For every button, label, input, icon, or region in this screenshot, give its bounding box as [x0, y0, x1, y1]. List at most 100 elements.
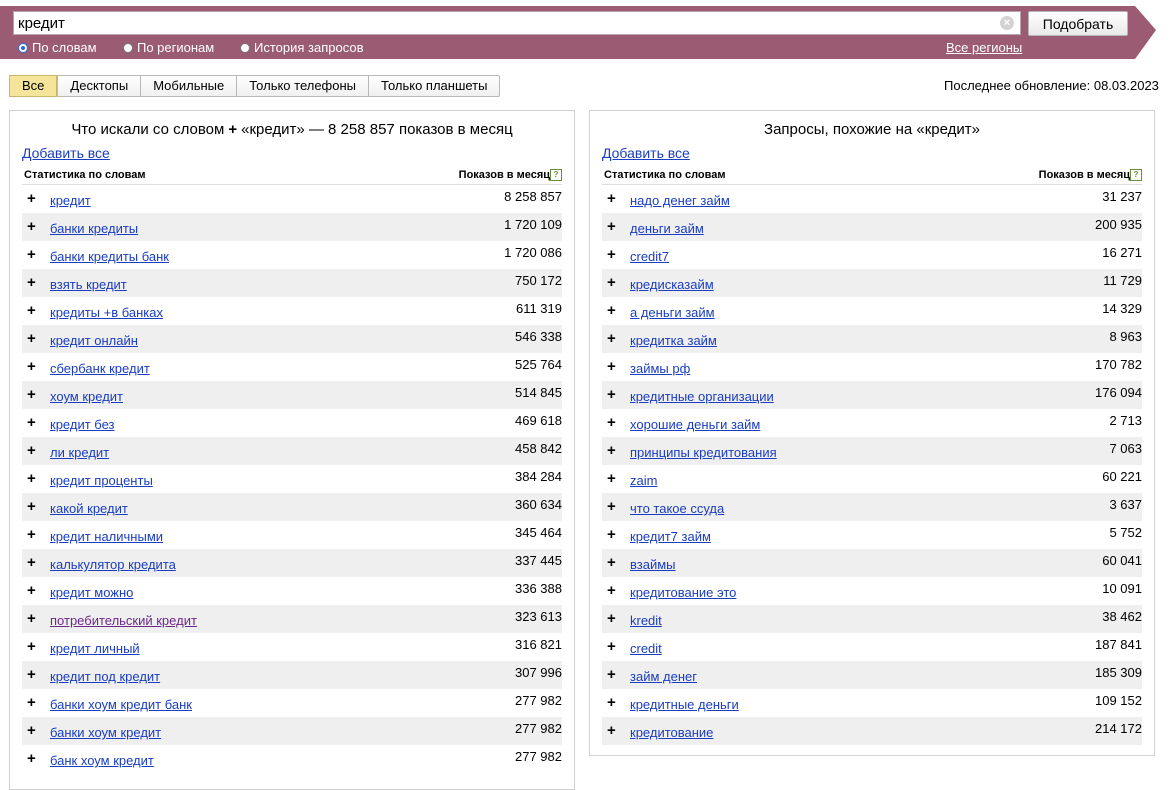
keyword-link[interactable]: кредит без	[50, 417, 114, 432]
keyword-link[interactable]: банки хоум кредит банк	[50, 697, 192, 712]
keyword-link[interactable]: кредитные организации	[630, 389, 774, 404]
add-keyword-icon[interactable]: +	[27, 330, 36, 347]
search-input[interactable]	[18, 13, 978, 33]
add-keyword-icon[interactable]: +	[27, 190, 36, 207]
mode-history[interactable]: История запросов	[240, 40, 364, 55]
keyword-link[interactable]: zaim	[630, 473, 657, 488]
add-keyword-icon[interactable]: +	[607, 358, 616, 375]
radio-icon[interactable]	[18, 42, 28, 53]
keyword-link[interactable]: хорошие деньги займ	[630, 417, 760, 432]
keyword-link[interactable]: кредит	[50, 193, 91, 208]
keyword-link[interactable]: взаймы	[630, 557, 676, 572]
add-keyword-icon[interactable]: +	[607, 386, 616, 403]
keyword-link[interactable]: банки кредиты	[50, 221, 138, 236]
keyword-link[interactable]: потребительский кредит	[50, 613, 197, 628]
keyword-link[interactable]: какой кредит	[50, 501, 128, 516]
add-keyword-icon[interactable]: +	[607, 694, 616, 711]
keyword-link[interactable]: кредит7 займ	[630, 529, 711, 544]
keyword-link[interactable]: credit7	[630, 249, 669, 264]
keyword-link[interactable]: кредитные деньги	[630, 697, 739, 712]
add-keyword-icon[interactable]: +	[607, 442, 616, 459]
add-keyword-icon[interactable]: +	[27, 358, 36, 375]
keyword-link[interactable]: кредисказайм	[630, 277, 714, 292]
add-keyword-icon[interactable]: +	[27, 274, 36, 291]
add-keyword-icon[interactable]: +	[27, 498, 36, 515]
add-keyword-icon[interactable]: +	[27, 694, 36, 711]
add-keyword-icon[interactable]: +	[607, 610, 616, 627]
keyword-link[interactable]: кредитование это	[630, 585, 736, 600]
tab-mobile[interactable]: Мобильные	[140, 76, 236, 96]
add-keyword-icon[interactable]: +	[27, 470, 36, 487]
add-keyword-icon[interactable]: +	[607, 414, 616, 431]
keyword-link[interactable]: сбербанк кредит	[50, 361, 150, 376]
keyword-link[interactable]: займы рф	[630, 361, 690, 376]
keyword-link[interactable]: принципы кредитования	[630, 445, 777, 460]
keyword-link[interactable]: банк хоум кредит	[50, 753, 154, 768]
keyword-link[interactable]: хоум кредит	[50, 389, 123, 404]
add-keyword-icon[interactable]: +	[607, 554, 616, 571]
keyword-link[interactable]: а деньги займ	[630, 305, 715, 320]
add-keyword-icon[interactable]: +	[27, 554, 36, 571]
keyword-link[interactable]: credit	[630, 641, 662, 656]
add-all-link[interactable]: Добавить все	[602, 145, 690, 161]
add-all-link[interactable]: Добавить все	[22, 145, 110, 161]
tab-all[interactable]: Все	[9, 75, 58, 97]
keyword-link[interactable]: кредит под кредит	[50, 669, 160, 684]
mode-by-regions[interactable]: По регионам	[123, 40, 214, 55]
keyword-link[interactable]: банки хоум кредит	[50, 725, 161, 740]
add-keyword-icon[interactable]: +	[607, 246, 616, 263]
tab-tablets-only[interactable]: Только планшеты	[368, 76, 499, 96]
tab-desktops[interactable]: Десктопы	[57, 76, 140, 96]
keyword-link[interactable]: деньги займ	[630, 221, 704, 236]
add-keyword-icon[interactable]: +	[27, 666, 36, 683]
add-keyword-icon[interactable]: +	[607, 582, 616, 599]
keyword-link[interactable]: надо денег займ	[630, 193, 730, 208]
help-icon[interactable]: ?	[550, 169, 562, 181]
add-keyword-icon[interactable]: +	[27, 302, 36, 319]
keyword-link[interactable]: kredit	[630, 613, 662, 628]
radio-icon[interactable]	[240, 42, 250, 53]
add-keyword-icon[interactable]: +	[607, 638, 616, 655]
keyword-link[interactable]: кредит онлайн	[50, 333, 138, 348]
keyword-link[interactable]: кредит проценты	[50, 473, 153, 488]
keyword-link[interactable]: кредит личный	[50, 641, 140, 656]
add-keyword-icon[interactable]: +	[607, 302, 616, 319]
add-keyword-icon[interactable]: +	[27, 218, 36, 235]
add-keyword-icon[interactable]: +	[27, 442, 36, 459]
add-keyword-icon[interactable]: +	[607, 666, 616, 683]
all-regions-link[interactable]: Все регионы	[946, 40, 1022, 55]
add-keyword-icon[interactable]: +	[27, 750, 36, 767]
keyword-link[interactable]: что такое ссуда	[630, 501, 724, 516]
add-keyword-icon[interactable]: +	[27, 526, 36, 543]
keyword-link[interactable]: банки кредиты банк	[50, 249, 169, 264]
help-icon[interactable]: ?	[1130, 169, 1142, 181]
add-keyword-icon[interactable]: +	[607, 470, 616, 487]
add-keyword-icon[interactable]: +	[607, 498, 616, 515]
add-keyword-icon[interactable]: +	[27, 722, 36, 739]
radio-icon[interactable]	[123, 42, 133, 53]
mode-by-words[interactable]: По словам	[18, 40, 97, 55]
add-keyword-icon[interactable]: +	[607, 274, 616, 291]
keyword-link[interactable]: кредитка займ	[630, 333, 717, 348]
keyword-link[interactable]: кредит наличными	[50, 529, 163, 544]
keyword-link[interactable]: ли кредит	[50, 445, 109, 460]
add-keyword-icon[interactable]: +	[27, 610, 36, 627]
tab-phones-only[interactable]: Только телефоны	[236, 76, 368, 96]
add-keyword-icon[interactable]: +	[607, 722, 616, 739]
add-keyword-icon[interactable]: +	[607, 218, 616, 235]
add-keyword-icon[interactable]: +	[607, 330, 616, 347]
keyword-link[interactable]: займ денег	[630, 669, 697, 684]
add-keyword-icon[interactable]: +	[27, 638, 36, 655]
clear-icon[interactable]: ×	[1000, 16, 1014, 30]
keyword-link[interactable]: кредит можно	[50, 585, 133, 600]
add-keyword-icon[interactable]: +	[27, 246, 36, 263]
keyword-link[interactable]: кредиты +в банках	[50, 305, 163, 320]
keyword-link[interactable]: калькулятор кредита	[50, 557, 176, 572]
submit-button[interactable]: Подобрать	[1028, 11, 1128, 36]
add-keyword-icon[interactable]: +	[27, 582, 36, 599]
add-keyword-icon[interactable]: +	[27, 414, 36, 431]
keyword-link[interactable]: взять кредит	[50, 277, 127, 292]
add-keyword-icon[interactable]: +	[607, 526, 616, 543]
keyword-link[interactable]: кредитование	[630, 725, 713, 740]
add-keyword-icon[interactable]: +	[27, 386, 36, 403]
